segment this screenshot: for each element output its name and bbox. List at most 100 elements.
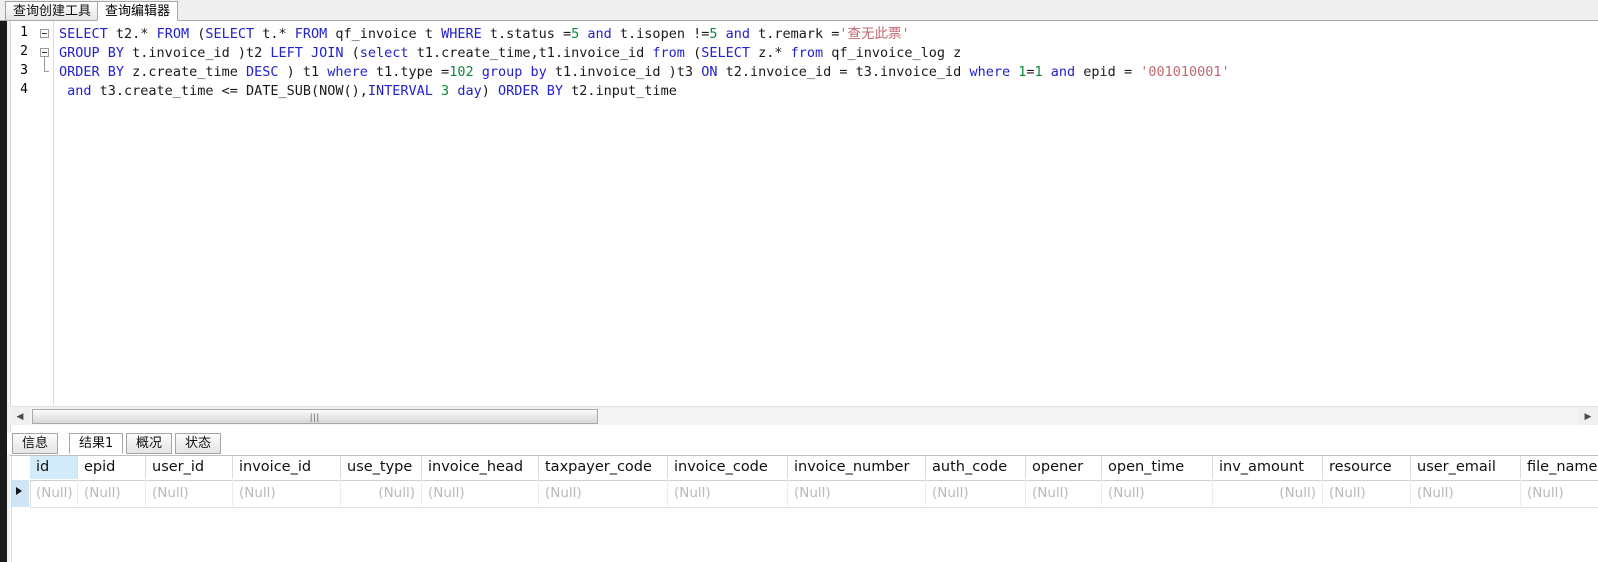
code-token-str: '001010001'	[1140, 64, 1230, 80]
code-token-plain: t.isopen !=	[611, 26, 710, 42]
editor-horizontal-scrollbar[interactable]: ◀ ▶ |||	[10, 406, 1598, 425]
tab-query-builder[interactable]: 查询创建工具	[5, 1, 100, 21]
top-tab-bar: 查询创建工具 查询编辑器	[0, 0, 1598, 21]
code-token-kw: SELECT	[701, 45, 750, 61]
column-header-opener[interactable]: opener	[1026, 456, 1102, 479]
code-token-num: 1	[1034, 64, 1043, 80]
cell-invoice_number[interactable]: (Null)	[788, 480, 926, 506]
scroll-left-arrow-icon[interactable]: ◀	[12, 408, 28, 425]
tab-query-editor[interactable]: 查询编辑器	[97, 1, 179, 21]
code-token-kw: by	[530, 64, 547, 80]
tab-info[interactable]: 信息	[12, 433, 59, 454]
code-token-kw: ORDER	[59, 64, 100, 80]
code-token-plain: t2.input_time	[563, 83, 677, 99]
table-row[interactable]: (Null) (Null) (Null) (Null) (Null) (Null) (Nul…	[30, 480, 1598, 508]
column-header-invoice_code[interactable]: invoice_code	[668, 456, 788, 479]
code-token-plain: qf_invoice_log z	[823, 45, 962, 61]
column-header-user_email[interactable]: user_email	[1411, 456, 1521, 479]
column-header-invoice_id[interactable]: invoice_id	[233, 456, 341, 479]
code-line: GROUP BY t.invoice_id )t2 LEFT JOIN (sel…	[59, 44, 1230, 63]
code-token-kw: BY	[107, 64, 125, 80]
code-token-kw: from	[652, 45, 685, 61]
scrollbar-thumb[interactable]: |||	[32, 409, 598, 424]
column-header-use_type[interactable]: use_type	[341, 456, 422, 479]
code-token-plain: t.status =	[481, 26, 572, 42]
grid-header-row: id epid user_id invoice_id use_type invoice_h…	[30, 456, 1598, 481]
cell-resource[interactable]: (Null)	[1323, 480, 1411, 506]
result-grid[interactable]: id epid user_id invoice_id use_type invoice_h…	[10, 455, 1598, 562]
code-token-plain: (	[343, 45, 360, 61]
code-token-kw: where	[969, 64, 1011, 80]
results-tab-bar: 信息 结果1 概况 状态	[7, 432, 1598, 454]
cell-auth_code[interactable]: (Null)	[926, 480, 1026, 506]
cell-user_email[interactable]: (Null)	[1411, 480, 1521, 506]
cell-epid[interactable]: (Null)	[78, 480, 146, 506]
column-header-auth_code[interactable]: auth_code	[926, 456, 1026, 479]
column-header-id[interactable]: id	[30, 456, 78, 479]
code-token-kw: WHERE	[441, 26, 482, 42]
code-token-plain: epid =	[1075, 64, 1141, 80]
code-token-plain: t2.invoice_id = t3.invoice_id	[717, 64, 970, 80]
cell-open_time[interactable]: (Null)	[1102, 480, 1213, 506]
sql-code-text[interactable]: SELECT t2.* FROM (SELECT t.* FROM qf_inv…	[59, 25, 1230, 101]
cell-use_type[interactable]: (Null)	[341, 480, 422, 506]
code-token-plain: t1.type =	[367, 64, 450, 80]
code-token-kw: SELECT	[59, 26, 108, 42]
cell-inv_amount[interactable]: (Null)	[1213, 480, 1323, 506]
sql-editor[interactable]: 1 2 3 4 SELECT t2.* FROM (SELECT t.* FRO…	[10, 21, 1598, 405]
cell-id[interactable]: (Null)	[30, 480, 78, 506]
code-token-kw: GROUP	[59, 45, 100, 61]
cell-taxpayer_code[interactable]: (Null)	[539, 480, 668, 506]
code-token-kw: where	[327, 64, 368, 80]
column-header-epid[interactable]: epid	[78, 456, 146, 479]
column-header-inv_amount[interactable]: inv_amount	[1213, 456, 1323, 479]
code-line: ORDER BY z.create_time DESC ) t1 where t…	[59, 63, 1230, 82]
code-token-kw: and	[587, 26, 612, 42]
cell-invoice_code[interactable]: (Null)	[668, 480, 788, 506]
code-token-kw: INTERVAL	[367, 83, 433, 99]
fold-guide-line	[44, 57, 45, 71]
column-header-invoice_head[interactable]: invoice_head	[422, 456, 539, 479]
cell-file_name[interactable]: (Null)	[1521, 480, 1598, 506]
fold-toggle-icon[interactable]	[40, 48, 49, 57]
code-token-kw: JOIN	[311, 45, 344, 61]
code-token-kw: BY	[546, 83, 564, 99]
line-number: 4	[20, 82, 28, 97]
code-token-plain: qf_invoice t	[327, 26, 442, 42]
cell-invoice_head[interactable]: (Null)	[422, 480, 539, 506]
code-token-kw: day	[457, 83, 482, 99]
code-token-kw: and	[725, 26, 751, 42]
column-header-open_time[interactable]: open_time	[1102, 456, 1213, 479]
fold-end-marker	[44, 71, 49, 72]
tab-result-1[interactable]: 结果1	[69, 433, 124, 454]
column-header-user_id[interactable]: user_id	[146, 456, 233, 479]
row-header-column[interactable]	[12, 456, 31, 507]
code-token-plain: t3.create_time <= DATE_SUB(NOW(),	[91, 83, 368, 99]
code-token-plain: t1.invoice_id )t3	[546, 64, 702, 80]
code-token-plain: (	[189, 26, 206, 42]
column-header-resource[interactable]: resource	[1323, 456, 1411, 479]
column-header-taxpayer_code[interactable]: taxpayer_code	[539, 456, 668, 479]
cell-invoice_id[interactable]: (Null)	[233, 480, 341, 506]
code-token-plain: t2.*	[107, 26, 157, 42]
line-number-gutter: 1 2 3 4	[11, 21, 54, 405]
column-header-file_name[interactable]: file_name	[1521, 456, 1598, 479]
code-token-num: 102	[449, 64, 474, 80]
code-token-kw: ORDER	[497, 83, 539, 99]
code-token-plain: t.remark =	[750, 26, 840, 42]
current-row-arrow-icon	[16, 487, 22, 495]
column-header-invoice_number[interactable]: invoice_number	[788, 456, 926, 479]
tab-profile[interactable]: 概况	[126, 433, 173, 454]
fold-toggle-icon[interactable]	[40, 29, 49, 38]
code-token-kw: FROM	[156, 26, 190, 42]
scroll-right-arrow-icon[interactable]: ▶	[1580, 408, 1596, 425]
tab-status[interactable]: 状态	[175, 433, 222, 454]
code-token-kw: ON	[701, 64, 718, 80]
line-number: 2	[20, 44, 28, 59]
cell-opener[interactable]: (Null)	[1026, 480, 1102, 506]
cell-user_id[interactable]: (Null)	[146, 480, 233, 506]
